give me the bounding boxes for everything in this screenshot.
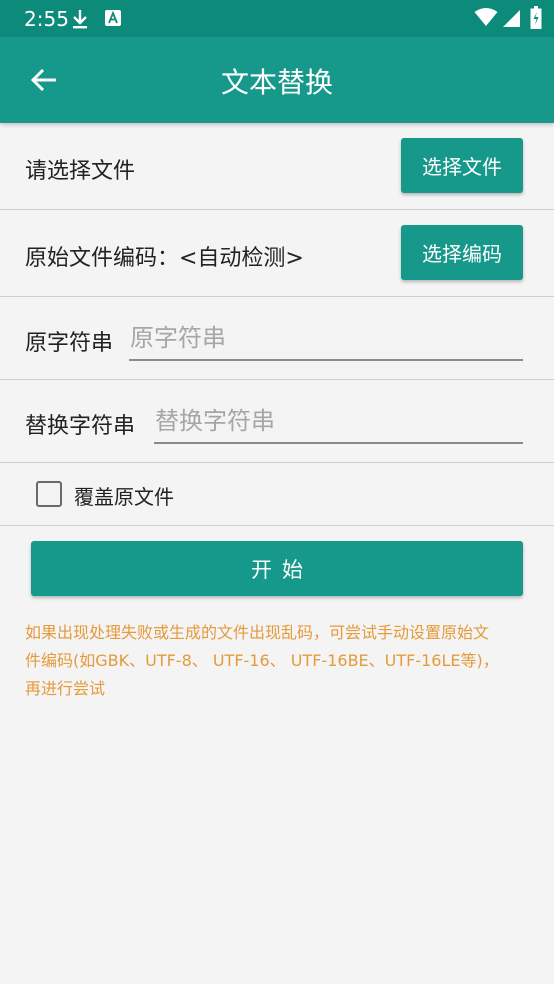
checkbox-divider xyxy=(0,525,554,526)
replace-string-row: 替换字符串 xyxy=(0,380,554,463)
signal-icon xyxy=(503,10,520,27)
start-button[interactable]: 开始 xyxy=(31,541,523,596)
original-string-label: 原字符串 xyxy=(25,331,114,356)
wifi-icon xyxy=(474,8,498,26)
status-bar: 2:55 xyxy=(0,0,554,37)
status-time: 2:55 xyxy=(24,7,69,31)
encoding-label: 原始文件编码：<自动检测> xyxy=(25,246,304,271)
select-encoding-button[interactable]: 选择编码 xyxy=(401,225,523,280)
replace-string-input[interactable] xyxy=(154,403,523,444)
download-icon xyxy=(73,10,87,29)
overwrite-checkbox[interactable] xyxy=(36,481,62,507)
file-row: 请选择文件 选择文件 xyxy=(0,123,554,210)
battery-icon xyxy=(530,6,542,29)
page-title: 文本替换 xyxy=(220,66,333,99)
a-icon xyxy=(105,10,121,26)
original-string-input[interactable] xyxy=(129,321,523,361)
app-bar: 文本替换 xyxy=(0,37,554,123)
original-string-row: 原字符串 xyxy=(0,297,554,380)
select-file-button[interactable]: 选择文件 xyxy=(401,138,523,193)
file-label: 请选择文件 xyxy=(25,159,136,184)
encoding-row: 原始文件编码：<自动检测> 选择编码 xyxy=(0,210,554,297)
replace-string-label: 替换字符串 xyxy=(25,414,136,439)
overwrite-label[interactable]: 覆盖原文件 xyxy=(74,481,174,510)
hint-text: 如果出现处理失败或生成的文件出现乱码，可尝试手动设置原始文件编码(如GBK、UT… xyxy=(25,623,499,698)
